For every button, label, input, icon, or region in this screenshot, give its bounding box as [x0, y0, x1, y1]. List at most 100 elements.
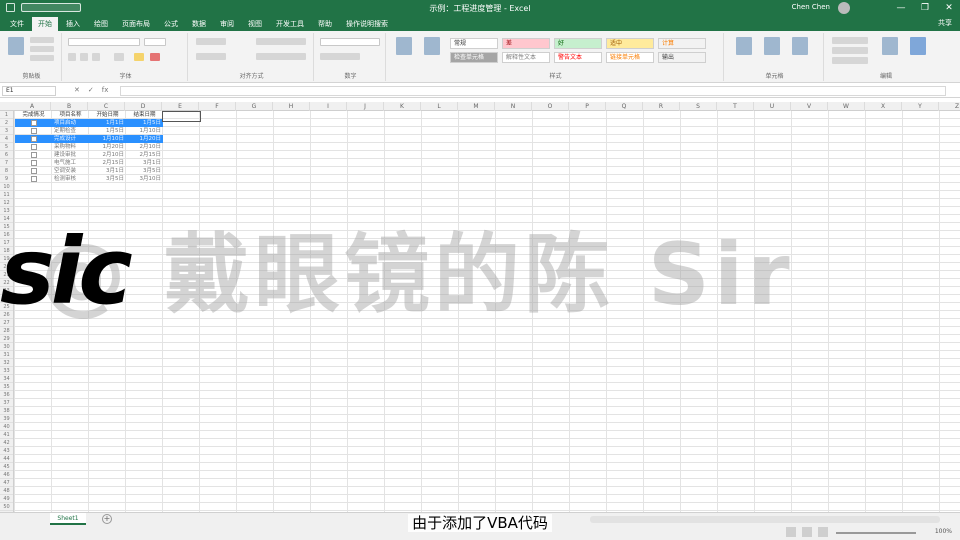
format-painter-icon[interactable] — [30, 55, 54, 61]
formula-input[interactable] — [120, 86, 946, 96]
tab-11[interactable]: 操作说明搜索 — [340, 17, 394, 31]
checkbox-unchecked[interactable] — [31, 168, 37, 174]
table-row[interactable]: 空调安装 3月1日 3月5日 — [15, 167, 163, 175]
checkbox-checked[interactable] — [31, 120, 37, 126]
row-header[interactable]: 49 — [0, 495, 13, 503]
table-cell-start[interactable]: 3月1日 — [89, 167, 126, 175]
table-row[interactable]: 完成设计 1月10日 1月20日 — [15, 135, 163, 143]
row-header[interactable]: 50 — [0, 503, 13, 511]
maximize-button[interactable]: ❐ — [918, 2, 932, 14]
row-header[interactable]: 7 — [0, 159, 13, 167]
row-header[interactable]: 47 — [0, 479, 13, 487]
checkbox-unchecked[interactable] — [31, 128, 37, 134]
sort-filter-icon[interactable] — [882, 37, 898, 55]
row-header[interactable]: 34 — [0, 375, 13, 383]
row-header[interactable]: 38 — [0, 407, 13, 415]
clear-icon[interactable] — [832, 57, 868, 64]
row-header[interactable]: 29 — [0, 335, 13, 343]
border-icon[interactable] — [114, 53, 124, 61]
autosum-icon[interactable] — [832, 37, 868, 44]
find-select-icon[interactable] — [910, 37, 926, 55]
align-left-icon[interactable] — [196, 53, 226, 60]
checkbox-unchecked[interactable] — [31, 152, 37, 158]
column-header[interactable]: X — [865, 102, 902, 111]
column-header[interactable]: F — [199, 102, 236, 111]
table-cell-start[interactable]: 1月5日 — [89, 127, 126, 135]
table-cell-name[interactable]: 采购物料 — [52, 143, 89, 151]
cell-style-2[interactable]: 好 — [554, 38, 602, 49]
cell-style-8[interactable]: 链接单元格 — [606, 52, 654, 63]
table-cell-start[interactable]: 1月20日 — [89, 143, 126, 151]
table-row[interactable]: 电气施工 2月15日 3月1日 — [15, 159, 163, 167]
column-header[interactable]: Y — [902, 102, 939, 111]
table-cell-name[interactable]: 项目启动 — [52, 119, 89, 127]
close-button[interactable]: ✕ — [942, 2, 956, 14]
user-name[interactable]: Chen Chen — [792, 3, 830, 11]
avatar[interactable] — [838, 2, 850, 14]
table-row[interactable]: 检测审核 3月5日 3月10日 — [15, 175, 163, 183]
tab-5[interactable]: 公式 — [158, 17, 184, 31]
column-header[interactable]: M — [458, 102, 495, 111]
paste-icon[interactable] — [8, 37, 24, 55]
table-row[interactable]: 定期检查 1月5日 1月10日 — [15, 127, 163, 135]
format-as-table-icon[interactable] — [424, 37, 440, 55]
table-header-cell[interactable]: 完成情况 — [15, 111, 52, 119]
table-cell-end[interactable]: 1月20日 — [126, 135, 163, 143]
number-format-select[interactable] — [320, 38, 380, 46]
row-header[interactable]: 46 — [0, 471, 13, 479]
row-header[interactable]: 3 — [0, 127, 13, 135]
row-header[interactable]: 43 — [0, 447, 13, 455]
table-cell-end[interactable]: 3月5日 — [126, 167, 163, 175]
row-header[interactable]: 39 — [0, 415, 13, 423]
merge-center-button[interactable] — [256, 53, 306, 60]
table-cell-name[interactable]: 定期检查 — [52, 127, 89, 135]
table-cell-end[interactable]: 2月15日 — [126, 151, 163, 159]
row-header[interactable]: 4 — [0, 135, 13, 143]
tab-8[interactable]: 视图 — [242, 17, 268, 31]
cell-style-1[interactable]: 差 — [502, 38, 550, 49]
row-header[interactable]: 30 — [0, 343, 13, 351]
cell-style-5[interactable]: 检查单元格 — [450, 52, 498, 63]
italic-icon[interactable] — [80, 53, 88, 61]
delete-cells-icon[interactable] — [764, 37, 780, 55]
column-header[interactable]: H — [273, 102, 310, 111]
column-header[interactable]: D — [125, 102, 162, 111]
table-cell-name[interactable]: 空调安装 — [52, 167, 89, 175]
tab-10[interactable]: 帮助 — [312, 17, 338, 31]
font-name-select[interactable] — [68, 38, 140, 46]
column-header[interactable]: G — [236, 102, 273, 111]
column-header[interactable]: A — [14, 102, 51, 111]
fill-color-icon[interactable] — [134, 53, 144, 61]
checkbox-checked[interactable] — [31, 136, 37, 142]
share-button[interactable]: 共享 — [938, 18, 952, 28]
row-header[interactable]: 13 — [0, 207, 13, 215]
minimize-button[interactable]: — — [894, 2, 908, 14]
tab-0[interactable]: 文件 — [4, 17, 30, 31]
copy-icon[interactable] — [30, 46, 54, 52]
row-header[interactable]: 12 — [0, 199, 13, 207]
cut-icon[interactable] — [30, 37, 54, 43]
table-cell-end[interactable]: 1月5日 — [126, 119, 163, 127]
column-header[interactable]: B — [51, 102, 88, 111]
table-cell-end[interactable]: 1月10日 — [126, 127, 163, 135]
column-header[interactable]: I — [310, 102, 347, 111]
name-box[interactable]: E1 — [2, 86, 56, 96]
bold-icon[interactable] — [68, 53, 76, 61]
align-top-icon[interactable] — [196, 38, 226, 45]
active-cell[interactable] — [162, 111, 201, 122]
row-header[interactable]: 44 — [0, 455, 13, 463]
row-header[interactable]: 28 — [0, 327, 13, 335]
row-header[interactable]: 11 — [0, 191, 13, 199]
table-cell-end[interactable]: 3月10日 — [126, 175, 163, 183]
table-cell-name[interactable]: 完成设计 — [52, 135, 89, 143]
tab-4[interactable]: 页面布局 — [116, 17, 156, 31]
row-header[interactable]: 40 — [0, 423, 13, 431]
tab-7[interactable]: 审阅 — [214, 17, 240, 31]
enter-icon[interactable]: ✓ — [88, 86, 94, 94]
row-header[interactable]: 36 — [0, 391, 13, 399]
column-header[interactable]: V — [791, 102, 828, 111]
column-header[interactable]: C — [88, 102, 125, 111]
row-header[interactable]: 32 — [0, 359, 13, 367]
checkbox-unchecked[interactable] — [31, 160, 37, 166]
table-cell-start[interactable]: 3月5日 — [89, 175, 126, 183]
